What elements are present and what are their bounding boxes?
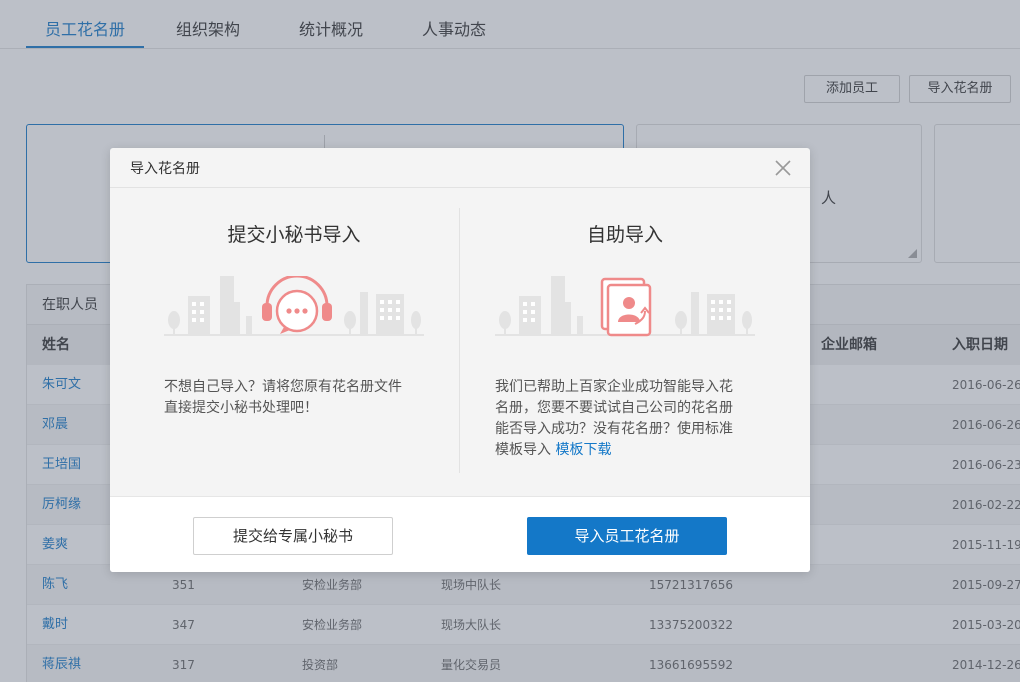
secretary-import-title: 提交小秘书导入 [227, 224, 361, 246]
secretary-import-description: 不想自己导入？请将您原有花名册文件 直接提交小秘书处理吧！ [164, 377, 402, 419]
submit-to-secretary-button[interactable]: 提交给专属小秘书 [193, 517, 393, 555]
dialog-footer: 提交给专属小秘书 导入员工花名册 [110, 496, 810, 572]
description-line: 模板导入 模板下载 [495, 440, 733, 461]
description-text: 模板导入 [495, 442, 551, 458]
self-import-description: 我们已帮助上百家企业成功智能导入花 名册，您要不要试试自己公司的花名册 能否导入… [495, 377, 733, 461]
self-import-title: 自助导入 [586, 224, 663, 246]
description-line: 名册，您要不要试试自己公司的花名册 [495, 400, 733, 416]
description-line: 能否导入成功？没有花名册？使用标准 [495, 421, 733, 437]
dialog-title: 导入花名册 [130, 161, 200, 177]
column-divider [459, 208, 460, 473]
close-icon[interactable] [772, 157, 794, 179]
import-roster-confirm-button[interactable]: 导入员工花名册 [527, 517, 727, 555]
headset-chat-icon [164, 276, 424, 336]
contact-import-icon [495, 276, 755, 337]
template-download-link[interactable]: 模板下载 [555, 442, 611, 458]
dialog-header-divider [110, 187, 810, 188]
description-line: 直接提交小秘书处理吧！ [164, 400, 318, 416]
description-line: 我们已帮助上百家企业成功智能导入花 [495, 379, 733, 395]
import-roster-dialog: 导入花名册 提交小秘书导入 不想自己导入？请将您原有花名册文件 直接提交小秘书处… [110, 148, 810, 572]
description-line: 不想自己导入？请将您原有花名册文件 [164, 379, 402, 395]
